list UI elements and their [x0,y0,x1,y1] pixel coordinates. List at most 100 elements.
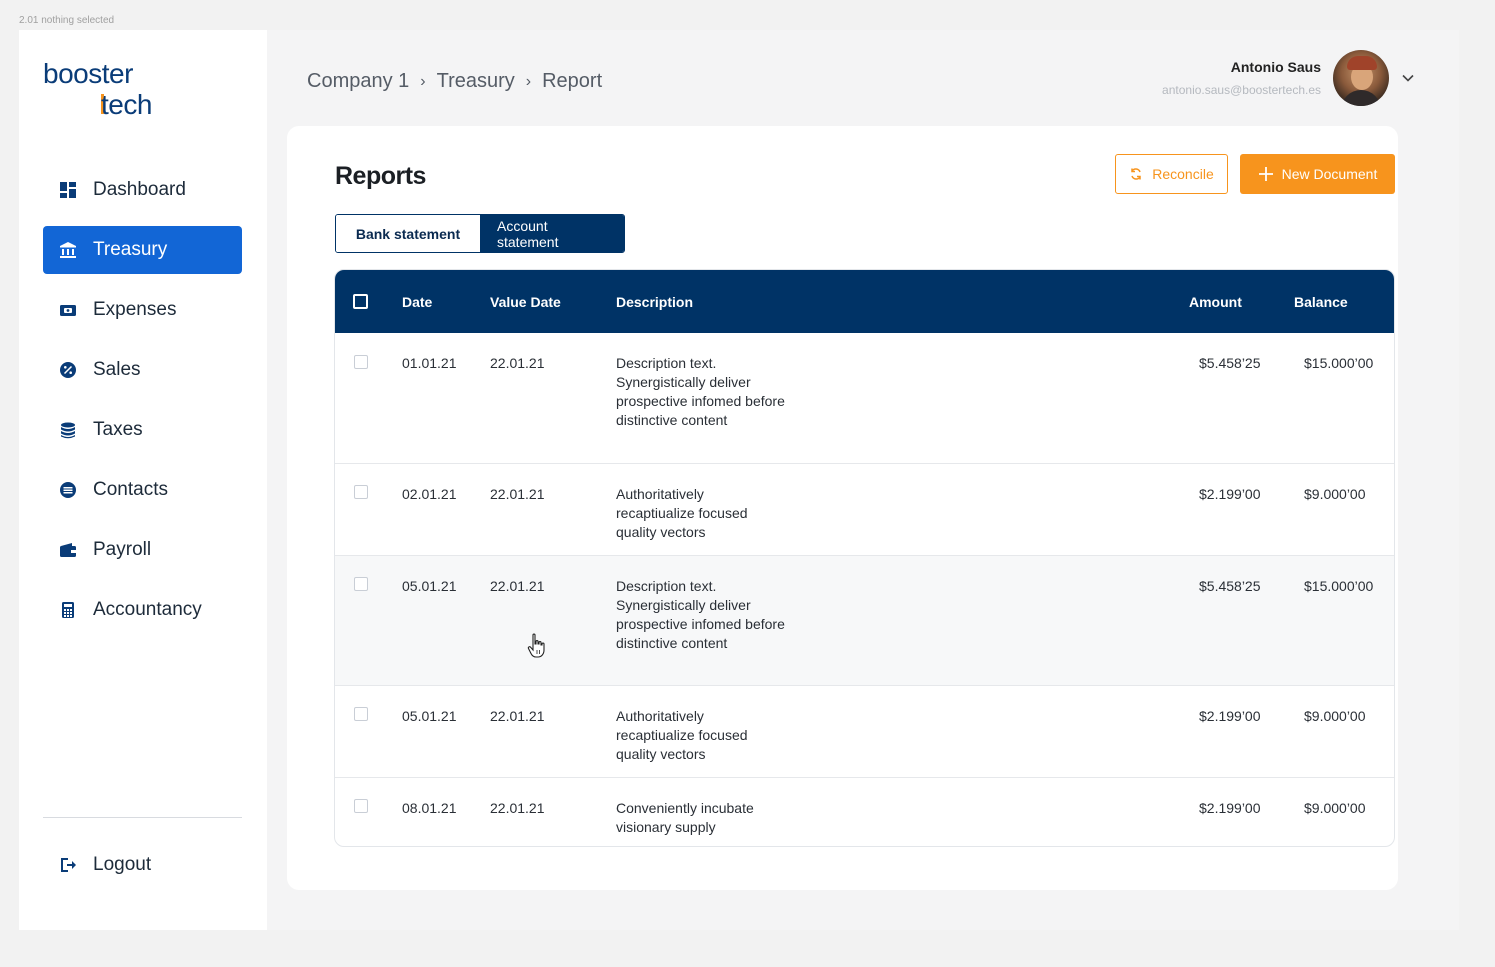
app-frame: booster tech Dashboard Treasury Expenses… [19,30,1459,930]
user-name: Antonio Saus [1230,59,1321,75]
cell-value-date: 22.01.21 [490,355,545,371]
sidebar-item-label: Expenses [93,299,177,320]
percent-icon [59,361,77,379]
bank-icon [59,241,77,259]
cell-value-date: 22.01.21 [490,578,545,594]
purse-icon [59,541,77,559]
booster-tech-logo[interactable]: booster tech [43,60,173,120]
cell-value-date: 22.01.21 [490,708,545,724]
cell-description: Authoritatively recaptiualize focused qu… [616,708,748,762]
new-document-label: New Document [1281,166,1378,182]
table-row[interactable]: 05.01.21 22.01.21 Description text. Syne… [335,555,1394,685]
tab-bank-statement[interactable]: Bank statement [336,215,480,252]
cell-value-date: 22.01.21 [490,800,545,816]
table-row[interactable]: 08.01.21 22.01.21 Conveniently incubate … [335,777,1394,846]
cell-date: 01.01.21 [402,355,457,371]
new-document-button[interactable]: New Document [1240,154,1395,194]
table-row[interactable]: 05.01.21 22.01.21 Authoritatively recapt… [335,685,1394,777]
cell-balance: $9.000’00 [1304,486,1366,502]
sidebar-item-sales[interactable]: Sales [43,346,242,394]
column-header-balance[interactable]: Balance [1294,294,1348,310]
table-row[interactable]: 02.01.21 22.01.21 Authoritatively recapt… [335,463,1394,555]
wallet-icon [59,301,77,319]
sync-icon [1131,168,1141,180]
cell-amount: $2.199’00 [1199,708,1261,724]
statement-tabs: Bank statement Account statement [335,214,625,253]
sidebar-item-label: Accountancy [93,599,202,620]
hand-cursor-icon [527,633,545,658]
row-checkbox[interactable] [354,799,368,813]
logout-icon [59,856,77,874]
cell-date: 08.01.21 [402,800,457,816]
user-info: Antonio Saus antonio.saus@boostertech.es [1162,59,1321,97]
cell-balance: $9.000’00 [1304,708,1366,724]
contacts-icon [59,481,77,499]
reconcile-button[interactable]: Reconcile [1115,154,1228,194]
cell-amount: $5.458’25 [1199,578,1261,594]
sidebar-item-contacts[interactable]: Contacts [43,466,242,514]
cell-balance: $15.000’00 [1304,355,1374,371]
breadcrumb-chevron-icon: › [525,72,532,90]
logout-container: Logout [43,841,242,901]
sidebar-item-dashboard[interactable]: Dashboard [43,166,242,214]
coins-icon [59,421,77,439]
reports-card: Reports Reconcile New Document Bank stat… [287,126,1398,890]
plus-icon [1258,167,1273,181]
logout-label: Logout [93,854,152,875]
sidebar-divider [43,817,242,818]
user-email: antonio.saus@boostertech.es [1162,83,1321,97]
statement-table: Date Value Date Description Amount Balan… [334,269,1395,847]
select-all-checkbox[interactable] [353,294,368,309]
column-header-description[interactable]: Description [616,294,693,310]
table-row[interactable]: 01.01.21 22.01.21 Description text. Syne… [335,333,1394,463]
cell-date: 02.01.21 [402,486,457,502]
logout-button[interactable]: Logout [43,841,242,889]
sidebar-item-label: Payroll [93,539,152,560]
sidebar-item-accountancy[interactable]: Accountancy [43,586,242,634]
breadcrumb: Company 1 › Treasury › Report [307,70,602,93]
avatar[interactable] [1333,50,1389,106]
calculator-icon [59,601,77,619]
frame-label: 2.01 nothing selected [19,15,115,26]
breadcrumb-treasury[interactable]: Treasury [437,70,515,93]
column-header-date[interactable]: Date [402,294,432,310]
sidebar-item-label: Taxes [93,419,143,440]
cell-date: 05.01.21 [402,578,457,594]
breadcrumb-report: Report [542,70,603,92]
chevron-down-icon[interactable] [1401,71,1415,85]
cell-balance: $9.000’00 [1304,800,1366,816]
cell-date: 05.01.21 [402,708,457,724]
cell-amount: $2.199’00 [1199,800,1261,816]
sidebar-item-taxes[interactable]: Taxes [43,406,242,454]
cell-amount: $5.458’25 [1199,355,1261,371]
column-header-amount[interactable]: Amount [1189,294,1242,310]
user-menu[interactable]: Antonio Saus antonio.saus@boostertech.es [1162,50,1415,106]
sidebar-item-label: Sales [93,359,141,380]
cell-description: Description text. Synergistically delive… [616,578,785,651]
cell-description: Authoritatively recaptiualize focused qu… [616,486,748,540]
sidebar-item-label: Dashboard [93,179,186,200]
breadcrumb-company[interactable]: Company 1 [307,70,409,93]
row-checkbox[interactable] [354,355,368,369]
breadcrumb-chevron-icon: › [420,72,426,90]
dashboard-icon [59,181,77,199]
row-checkbox[interactable] [354,577,368,591]
sidebar-item-payroll[interactable]: Payroll [43,526,242,574]
sidebar-item-label: Contacts [93,479,168,500]
row-checkbox[interactable] [354,485,368,499]
sidebar-item-label: Treasury [93,239,168,260]
column-header-value-date[interactable]: Value Date [490,294,561,310]
sidebar: booster tech Dashboard Treasury Expenses… [19,30,267,930]
sidebar-nav: Dashboard Treasury Expenses Sales Taxes … [43,166,242,646]
sidebar-item-expenses[interactable]: Expenses [43,286,242,334]
table-header: Date Value Date Description Amount Balan… [335,270,1394,333]
row-checkbox[interactable] [354,707,368,721]
logo-text-line2: tech [101,89,152,120]
page-title: Reports [335,162,426,190]
cell-description: Description text. Synergistically delive… [616,355,785,428]
tab-account-statement[interactable]: Account statement [480,215,624,252]
sidebar-item-treasury[interactable]: Treasury [43,226,242,274]
reconcile-label: Reconcile [1152,166,1214,182]
cell-amount: $2.199’00 [1199,486,1261,502]
cell-balance: $15.000’00 [1304,578,1374,594]
